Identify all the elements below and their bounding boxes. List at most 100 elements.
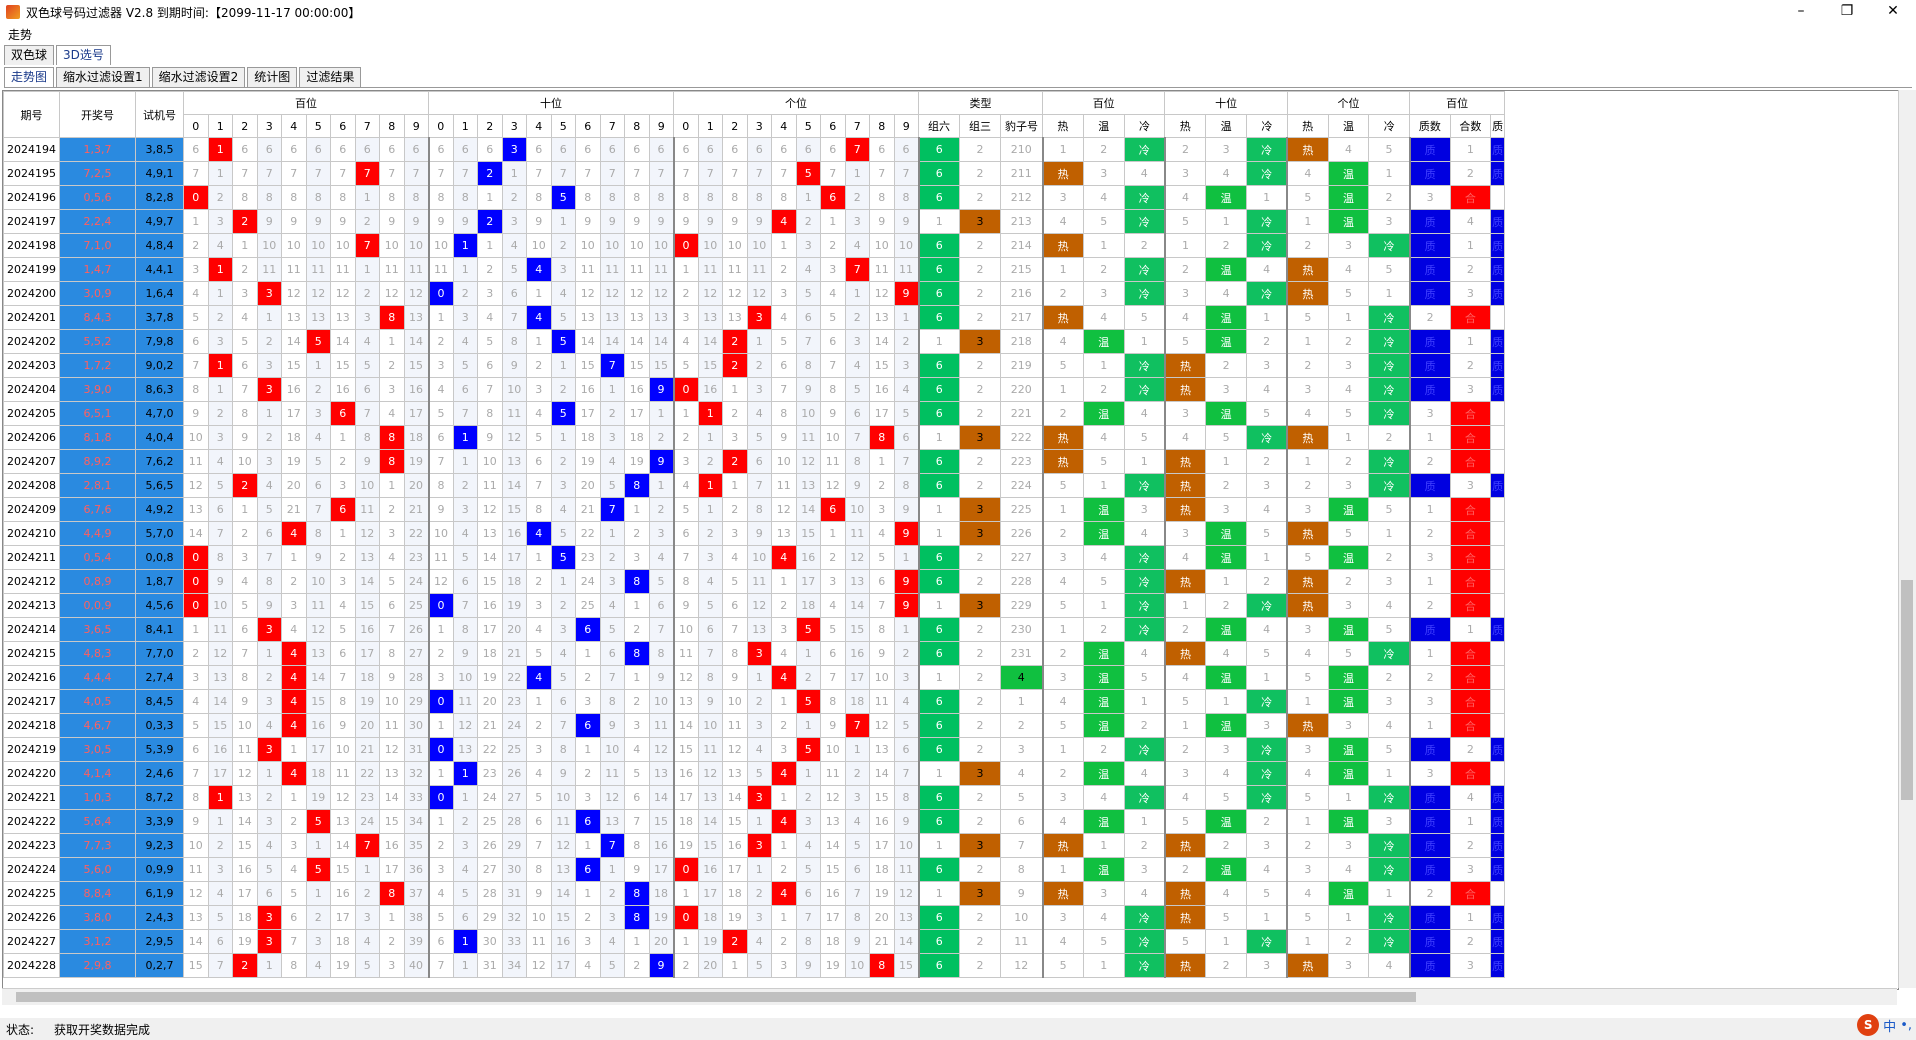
table-row[interactable]: 2024219 3,0,5 5,3,9 6 16 11 3 1 17 10 21 12 31 0 13 22 2… bbox=[3, 737, 1506, 762]
scroll-thumb[interactable] bbox=[1901, 580, 1913, 800]
table-row[interactable]: 2024200 3,0,9 1,6,4 4 1 3 3 12 12 12 2 12 12 0 2 3 6 1 4 12… bbox=[3, 281, 1506, 306]
table-row[interactable]: 2024196 0,5,6 8,2,8 0 2 8 8 8 8 8 1 8 8 8 8 1 2 8 5 8 8 8 8 8 8 8… bbox=[3, 185, 1506, 210]
cell-hwl: 1 bbox=[1245, 665, 1288, 690]
table-row[interactable]: 2024202 5,5,2 7,9,8 6 3 5 2 14 5 14 4 1 14 2 4 5 8 1 5 14 14… bbox=[3, 329, 1506, 354]
tab-stats[interactable]: 统计图 bbox=[247, 67, 298, 87]
vertical-scrollbar[interactable] bbox=[1898, 90, 1916, 988]
cell-miss: 8 bbox=[526, 185, 552, 210]
cell-hwl: 1 bbox=[1041, 737, 1084, 762]
cell-miss: 24 bbox=[575, 569, 601, 594]
cell-miss: 7 bbox=[281, 929, 307, 954]
table-row[interactable]: 2024215 4,8,3 7,7,0 2 12 7 1 4 13 6 17 8 27 2 9 18 21 5 4 1… bbox=[3, 641, 1506, 666]
tab-trend-chart[interactable]: 走势图 bbox=[4, 67, 55, 87]
cell-miss: 3 bbox=[354, 305, 380, 330]
cell-miss: 3 bbox=[452, 497, 478, 522]
cell-miss: 12 bbox=[869, 713, 895, 738]
sogou-logo[interactable]: S bbox=[1857, 1014, 1880, 1036]
cell-shiji: 3,8,5 bbox=[135, 137, 184, 162]
table-row[interactable]: 2024206 8,1,8 4,0,4 10 3 9 2 18 4 1 8 8 18 6 1 9 12 5 1 18 3… bbox=[3, 425, 1506, 450]
table-row[interactable]: 2024225 8,8,4 6,1,9 12 4 17 6 5 1 16 2 8 37 4 5 28 31 9 14… bbox=[3, 881, 1506, 906]
minimize-button[interactable]: – bbox=[1778, 0, 1824, 24]
menu-trend[interactable]: 走势 bbox=[0, 24, 40, 45]
table-row[interactable]: 2024194 1,3,7 3,8,5 6 1 6 6 6 6 6 6 6 6 6 6 6 3 6 6 6 6 6 6 6 6 6… bbox=[3, 137, 1506, 162]
tab-ssq[interactable]: 双色球 bbox=[4, 45, 55, 65]
cell-hit: 8 bbox=[624, 569, 650, 594]
cell-hwl: 温 bbox=[1205, 809, 1247, 834]
cell-zu3: 3 bbox=[959, 521, 1001, 546]
tab-filter-1[interactable]: 缩水过滤设置1 bbox=[56, 67, 150, 87]
cell-kaijiang: 3,0,5 bbox=[59, 737, 136, 762]
cell-hwl: 4 bbox=[1123, 761, 1166, 786]
cell-miss: 1 bbox=[672, 881, 699, 906]
table-row[interactable]: 2024228 2,9,8 0,2,7 15 7 2 1 8 4 19 5 3 40 7 1 31 34 12 17… bbox=[3, 953, 1506, 978]
cell-miss: 10 bbox=[256, 233, 282, 258]
table-row[interactable]: 2024209 6,7,6 4,9,2 13 6 1 5 21 7 6 11 2 21 9 3 12 15 8 4 2… bbox=[3, 497, 1506, 522]
ime-lang[interactable]: 中 bbox=[1883, 1016, 1896, 1035]
table-row[interactable]: 2024220 4,1,4 2,4,6 7 17 12 1 4 18 11 22 13 32 1 1 23 26… bbox=[3, 761, 1506, 786]
cell-hwl: 热 bbox=[1163, 953, 1207, 978]
table-row[interactable]: 2024221 1,0,3 8,7,2 8 1 13 2 1 19 12 23 14 33 0 1 24 27 5… bbox=[3, 785, 1506, 810]
ime-toolbar[interactable]: S 中 •, bbox=[1857, 1012, 1912, 1038]
cell-miss: 12 bbox=[746, 593, 772, 618]
table-row[interactable]: 2024204 3,9,0 8,6,3 8 1 7 3 16 2 16 6 3 16 4 6 7 10 3 2 16 1… bbox=[3, 377, 1506, 402]
table-row[interactable]: 2024195 7,2,5 4,9,1 7 1 7 7 7 7 7 7 7 7 7 7 2 1 7 7 7 7 7 7 7 7 7… bbox=[3, 161, 1506, 186]
table-row[interactable]: 2024203 1,7,2 9,0,2 7 1 6 3 15 1 15 5 2 15 3 5 6 9 2 1 15 7 1… bbox=[3, 353, 1506, 378]
cell-miss: 10 bbox=[893, 833, 919, 858]
cell-miss: 15 bbox=[550, 905, 576, 930]
tab-3d[interactable]: 3D选号 bbox=[56, 45, 111, 65]
table-row[interactable]: 2024205 6,5,1 4,7,0 9 2 8 1 17 3 6 7 4 17 5 7 8 11 4 5 17 2 1… bbox=[3, 401, 1506, 426]
table-row[interactable]: 2024224 5,6,0 0,9,9 11 3 16 5 4 5 15 1 17 36 3 4 27 30 8 1… bbox=[3, 857, 1506, 882]
cell-miss: 5 bbox=[427, 905, 454, 930]
horizontal-scrollbar[interactable] bbox=[2, 988, 1897, 1005]
cell-miss: 5 bbox=[599, 617, 625, 642]
cell-zu6: 6 bbox=[917, 545, 960, 570]
table-row[interactable]: 2024217 4,0,5 8,4,5 4 14 9 3 4 15 8 19 10 29 0 11 20 23 1… bbox=[3, 689, 1506, 714]
table-row[interactable]: 2024198 7,1,0 4,8,4 2 4 1 10 10 10 10 7 10 10 10 1 1 4 10… bbox=[3, 233, 1506, 258]
table-row[interactable]: 2024199 1,4,7 4,4,1 3 1 2 11 11 11 11 1 11 11 11 1 2 5 4 3… bbox=[3, 257, 1506, 282]
cell-hit: 5 bbox=[795, 689, 821, 714]
table-row[interactable]: 2024208 2,8,1 5,6,5 12 5 2 4 20 6 3 10 1 20 8 2 11 14 7 3 2… bbox=[3, 473, 1506, 498]
table-row[interactable]: 2024210 4,4,9 5,7,0 14 7 2 6 4 8 1 12 3 22 10 4 13 16 4 5 2… bbox=[3, 521, 1506, 546]
table-row[interactable]: 2024216 4,4,4 2,7,4 3 13 8 2 4 14 7 18 9 28 3 10 19 22 4 5… bbox=[3, 665, 1506, 690]
cell-miss: 8 bbox=[526, 497, 552, 522]
cell-miss: 25 bbox=[501, 737, 527, 762]
header-hwl-sub: 温 bbox=[1082, 114, 1125, 138]
cell-miss: 1 bbox=[648, 473, 674, 498]
cell-miss: 19 bbox=[501, 593, 527, 618]
table-row[interactable]: 2024211 0,5,4 0,0,8 0 8 3 7 1 9 2 13 4 23 11 5 14 17 1 5 23… bbox=[3, 545, 1506, 570]
cell-miss: 3 bbox=[771, 281, 797, 306]
table-row[interactable]: 2024226 3,8,0 2,4,3 13 5 18 3 6 2 17 3 1 38 5 6 29 32 10 1… bbox=[3, 905, 1506, 930]
cell-miss: 2 bbox=[746, 689, 772, 714]
table-row[interactable]: 2024214 3,6,5 8,4,1 1 11 6 3 4 12 5 16 7 26 1 8 17 20 4 3 6… bbox=[3, 617, 1506, 642]
table-row[interactable]: 2024227 3,1,2 2,9,5 14 6 19 3 7 3 18 4 2 39 6 1 30 33 11 1… bbox=[3, 929, 1506, 954]
tab-results[interactable]: 过滤结果 bbox=[299, 67, 362, 87]
cell-miss: 5 bbox=[746, 761, 772, 786]
table-row[interactable]: 2024222 5,6,4 3,3,9 9 1 14 3 2 5 13 24 15 34 1 2 25 28 6 1… bbox=[3, 809, 1506, 834]
cell-miss: 10 bbox=[207, 593, 233, 618]
cell-miss: 18 bbox=[501, 569, 527, 594]
cell-miss: 9 bbox=[599, 713, 625, 738]
cell-composite: 合 bbox=[1449, 569, 1492, 594]
close-button[interactable]: ✕ bbox=[1870, 0, 1916, 24]
table-row[interactable]: 2024197 2,2,4 4,9,7 1 3 2 9 9 9 9 2 9 9 9 9 2 3 9 1 9 9 9 9 9 9 9… bbox=[3, 209, 1506, 234]
tab-filter-2[interactable]: 缩水过滤设置2 bbox=[151, 67, 246, 87]
cell-hit: 9 bbox=[648, 377, 674, 402]
cell-kaijiang: 2,2,4 bbox=[59, 209, 136, 234]
table-row[interactable]: 2024223 7,7,3 9,2,3 10 2 15 4 3 1 14 7 16 35 2 3 26 29 7 1… bbox=[3, 833, 1506, 858]
table-row[interactable]: 2024218 4,6,7 0,3,3 5 15 10 4 4 16 9 20 11 30 1 12 21 24… bbox=[3, 713, 1506, 738]
table-row[interactable]: 2024213 0,0,9 4,5,6 0 10 5 9 3 11 4 15 6 25 0 7 16 19 3 2 2… bbox=[3, 593, 1506, 618]
table-row[interactable]: 2024212 0,8,9 1,8,7 0 9 4 8 2 10 3 14 5 24 12 6 15 18 2 1 2… bbox=[3, 569, 1506, 594]
cell-miss: 19 bbox=[697, 929, 723, 954]
cell-qihao: 2024210 bbox=[3, 521, 60, 546]
cell-prime-2 bbox=[1490, 593, 1506, 618]
scroll-thumb-h[interactable] bbox=[16, 992, 1416, 1002]
cell-prime-2 bbox=[1490, 401, 1506, 426]
table-row[interactable]: 2024207 8,9,2 7,6,2 11 4 10 3 19 5 2 9 8 19 7 1 10 13 6 2 1… bbox=[3, 449, 1506, 474]
table-row[interactable]: 2024201 8,4,3 3,7,8 5 2 4 1 13 13 13 3 8 13 1 3 4 7 4 5 13 1… bbox=[3, 305, 1506, 330]
cell-miss: 5 bbox=[648, 569, 674, 594]
ime-punct[interactable]: •, bbox=[1900, 1018, 1912, 1033]
maximize-button[interactable]: ❐ bbox=[1824, 0, 1870, 24]
cell-miss: 7 bbox=[575, 161, 601, 186]
trend-grid[interactable]: 期号 开奖号 试机号 百位 十位 个位 类型 百位 十位 个位 百位 0 1 2 3 4 5 6 7 8 9 0 1 2 3 4 5… bbox=[2, 90, 1899, 990]
cell-hwl: 温 bbox=[1082, 857, 1125, 882]
